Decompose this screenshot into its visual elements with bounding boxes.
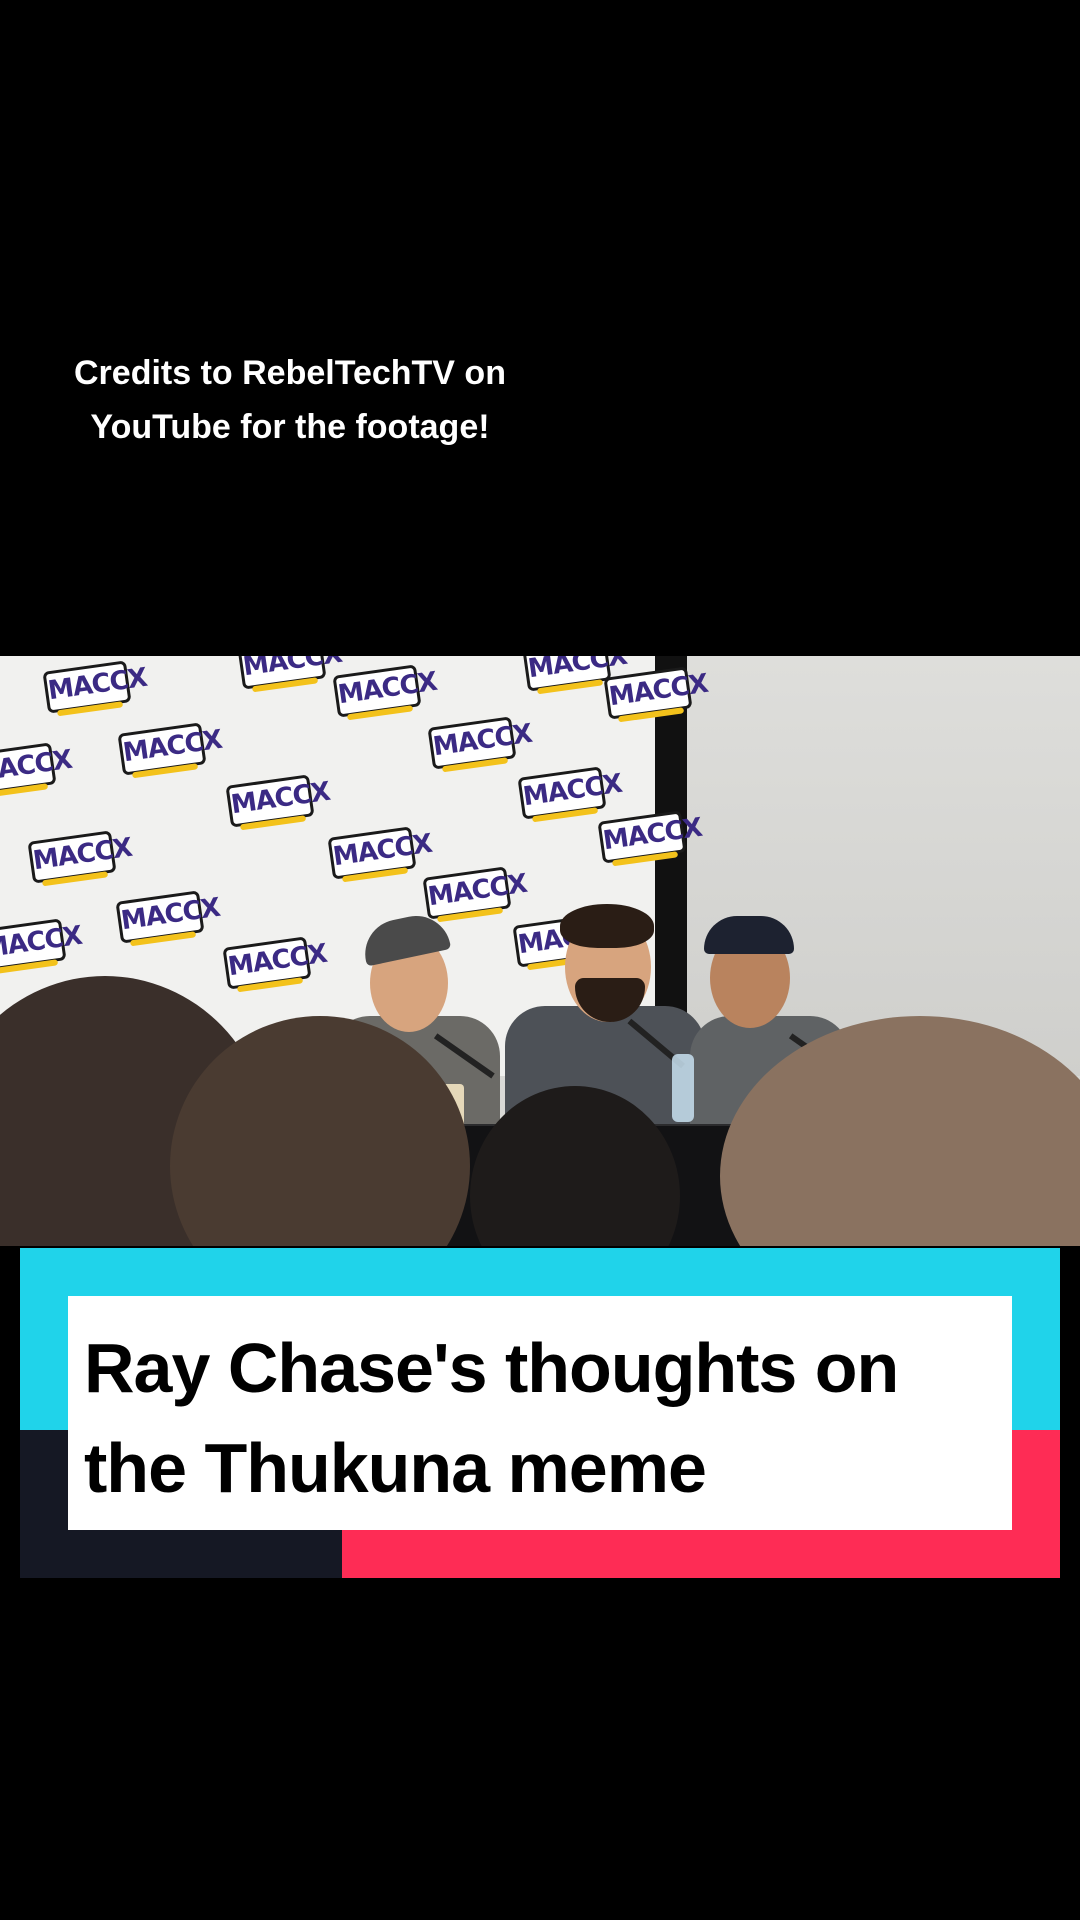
caption-line-1: Ray Chase's thoughts on [84, 1329, 899, 1407]
water-bottle [672, 1054, 694, 1122]
video-canvas: Credits to RebelTechTV on YouTube for th… [0, 0, 1080, 1920]
credits-text-overlay: Credits to RebelTechTV on YouTube for th… [40, 346, 540, 454]
panel-video-frame[interactable]: MACCX MACCX MACCX MACCX MACCX MACCX MACC… [0, 656, 1080, 1246]
caption-line-2: the Thukuna meme [84, 1429, 707, 1507]
credits-line-1: Credits to RebelTechTV on [74, 354, 506, 392]
backdrop-logo: MACCX [0, 918, 84, 972]
caption-banner: Ray Chase's thoughts on the Thukuna meme [20, 1248, 1060, 1578]
credits-line-2: YouTube for the footage! [90, 408, 490, 446]
caption-title-box: Ray Chase's thoughts on the Thukuna meme [68, 1296, 1012, 1530]
